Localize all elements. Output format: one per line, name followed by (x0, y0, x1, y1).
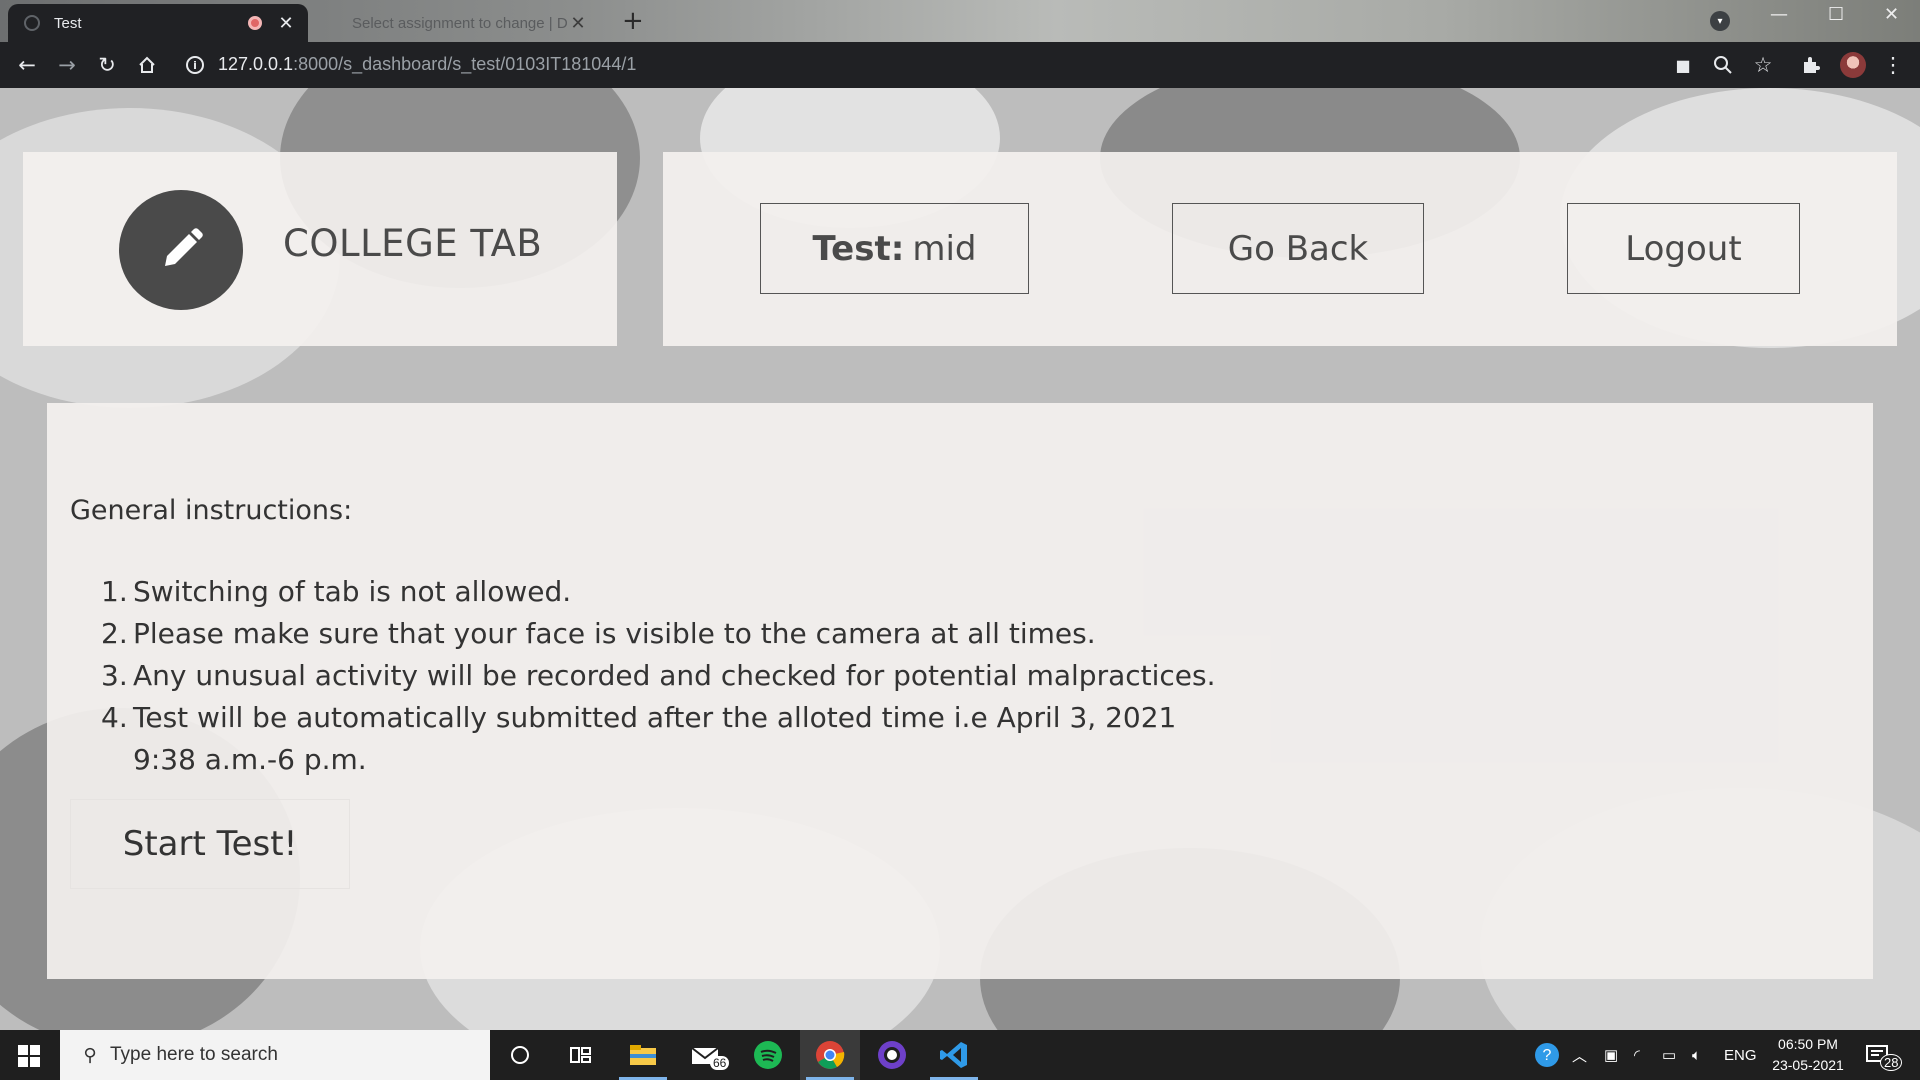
spotify-icon[interactable] (738, 1030, 798, 1080)
brand-panel: COLLEGE TAB (23, 152, 617, 346)
test-name-button[interactable]: Test: mid (760, 203, 1029, 294)
reload-icon[interactable]: ↻ (92, 50, 122, 80)
minimize-icon[interactable]: — (1770, 4, 1788, 25)
test-label: Test: (812, 228, 905, 269)
star-icon[interactable]: ☆ (1748, 50, 1778, 80)
clock-date: 23-05-2021 (1772, 1057, 1844, 1073)
tab-title: Test (54, 14, 82, 32)
instruction-item: 3. Any unusual activity will be recorded … (101, 659, 1216, 692)
home-icon[interactable] (132, 50, 162, 80)
clock-time: 06:50 PM (1778, 1036, 1838, 1052)
test-name: mid (912, 228, 977, 269)
zoom-icon[interactable] (1708, 50, 1738, 80)
instructions-panel: General instructions: 1. Switching of tab… (47, 403, 1873, 979)
profile-avatar[interactable] (1840, 52, 1866, 78)
recording-icon (248, 16, 262, 30)
maximize-icon[interactable]: ☐ (1828, 4, 1844, 25)
battery-icon[interactable]: ▭ (1662, 1030, 1676, 1080)
mail-icon[interactable]: 66 (676, 1030, 736, 1080)
help-icon[interactable]: ? (1534, 1030, 1560, 1080)
back-icon[interactable]: ← (12, 50, 42, 80)
windows-start-icon[interactable] (18, 1045, 40, 1067)
close-window-icon[interactable]: ✕ (1884, 4, 1899, 25)
nav-panel: Test: mid Go Back Logout (663, 152, 1897, 346)
loading-icon (24, 15, 40, 31)
instruction-item: 1. Switching of tab is not allowed. (101, 575, 572, 608)
file-explorer-icon[interactable] (613, 1030, 673, 1080)
svg-text:?: ? (1543, 1047, 1552, 1064)
taskbar-search[interactable]: ⚲ Type here to search (60, 1030, 490, 1080)
browser-toolbar: ← → ↻ i 127.0.0.1:8000/s_dashboard/s_tes… (0, 42, 1920, 88)
chevron-up-icon[interactable]: ︿ (1572, 1030, 1587, 1080)
url-host: 127.0.0.1 (218, 54, 294, 74)
volume-icon[interactable]: 🔈︎ (1692, 1030, 1701, 1080)
language-indicator[interactable]: ENG (1724, 1030, 1757, 1080)
go-back-button[interactable]: Go Back (1172, 203, 1424, 294)
wifi-icon[interactable]: ◜ (1634, 1030, 1640, 1080)
search-placeholder: Type here to search (110, 1044, 278, 1065)
close-tab-icon[interactable]: ✕ (568, 13, 588, 34)
notification-badge: 28 (1880, 1054, 1903, 1071)
chrome-icon[interactable] (800, 1030, 860, 1080)
instruction-item: 4. Test will be automatically submitted a… (101, 701, 1177, 776)
browser-tab-active[interactable]: Test ✕ (8, 4, 308, 42)
logout-button[interactable]: Logout (1567, 203, 1800, 294)
github-desktop-icon[interactable] (862, 1030, 922, 1080)
instructions-title: General instructions: (70, 495, 353, 526)
forward-icon[interactable]: → (52, 50, 82, 80)
taskbar: ⚲ Type here to search 66 ? ︿ ▣ ◜ ▭ 🔈︎ EN… (0, 1030, 1920, 1080)
pencil-icon (119, 190, 243, 310)
task-view-icon[interactable] (550, 1030, 610, 1080)
camera-icon[interactable]: ■ (1668, 50, 1698, 80)
new-tab-icon[interactable]: + (622, 6, 644, 36)
url-path: :8000/s_dashboard/s_test/0103IT181044/1 (293, 54, 637, 74)
meet-now-icon[interactable]: ▣ (1604, 1030, 1618, 1080)
start-test-button[interactable]: Start Test! (70, 799, 350, 889)
site-info-icon[interactable]: i (186, 56, 204, 74)
cortana-icon[interactable] (490, 1030, 550, 1080)
brand-name: COLLEGE TAB (283, 222, 543, 265)
tab-title: Select assignment to change | D (352, 14, 568, 32)
instruction-item: 2. Please make sure that your face is vis… (101, 617, 1096, 650)
address-bar[interactable]: 127.0.0.1:8000/s_dashboard/s_test/0103IT… (218, 54, 636, 75)
close-tab-icon[interactable]: ✕ (276, 13, 296, 34)
clock[interactable]: 06:50 PM 23-05-2021 (1758, 1034, 1858, 1076)
extensions-icon[interactable] (1796, 50, 1826, 80)
chrome-menu-icon[interactable]: ⋮ (1878, 50, 1908, 80)
tab-search-icon[interactable]: ▾ (1710, 11, 1730, 31)
browser-tab-inactive[interactable]: Select assignment to change | D ✕ (330, 4, 600, 42)
search-icon: ⚲ (83, 1044, 97, 1066)
page-background: COLLEGE TAB Test: mid Go Back Logout Gene… (0, 88, 1920, 1030)
browser-tab-strip: Test ✕ Select assignment to change | D ✕… (0, 0, 1920, 42)
vscode-icon[interactable] (924, 1030, 984, 1080)
instructions-list: 1. Switching of tab is not allowed. 2. Ple… (101, 571, 1221, 781)
mail-badge: 66 (710, 1056, 730, 1070)
